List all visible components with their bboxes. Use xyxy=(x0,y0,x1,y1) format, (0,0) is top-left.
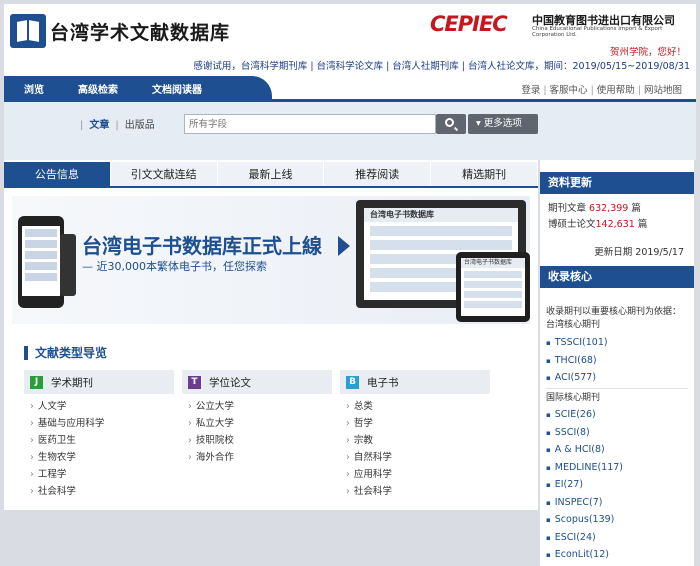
tab-featured-journals[interactable]: 精选期刊 xyxy=(431,162,538,186)
support-link[interactable]: 客服中心 xyxy=(550,85,588,96)
ebook-badge-icon: B xyxy=(346,375,359,389)
cepiec-logo[interactable]: CEPIEC xyxy=(430,12,508,36)
sidebar: 资料更新 期刊文章 632,399 篇 博硕士论文142,631 篇 更新日期 … xyxy=(540,160,694,566)
main-content: 公告信息 引文文献连结 最新上线 推荐阅读 精选期刊 台湾电子书数据库正式上線 … xyxy=(4,160,538,510)
cepiec-name-en: China Educational Publications Import & … xyxy=(532,26,663,38)
list-item[interactable]: 哲学 xyxy=(346,415,490,432)
list-item[interactable]: TSSCI(101) xyxy=(546,334,608,352)
notice-link[interactable]: 台湾科学期刊库 xyxy=(241,61,308,72)
core-title: 收录核心 xyxy=(540,266,694,288)
header: 台湾学术文献数据库 CEPIEC 中国教育图书进出口有限公司 China Edu… xyxy=(4,4,696,76)
promo-banner[interactable]: 台湾电子书数据库正式上線 — 近30,000本繁体电子书，任您探索 台湾电子书数… xyxy=(12,196,530,324)
intl-core-list: SCIE(26) SSCI(8) A & HCI(8) MEDLINE(117)… xyxy=(546,406,623,564)
search-input[interactable] xyxy=(184,114,436,134)
list-item[interactable]: 社会科学 xyxy=(346,483,490,500)
banner-subtitle: — 近30,000本繁体电子书，任您探索 xyxy=(82,260,267,273)
list-item[interactable]: 工程学 xyxy=(30,466,174,483)
list-item[interactable]: 社会科学 xyxy=(30,483,174,500)
category-journals: J 学术期刊 人文学 基础与应用科学 医药卫生 生物农学 工程学 社会科学 xyxy=(24,370,174,500)
nav-doc-reader[interactable]: 文档阅读器 xyxy=(132,81,216,96)
notice-link[interactable]: 台湾人社期刊库 xyxy=(392,61,459,72)
update-date: 更新日期 2019/5/17 xyxy=(594,247,684,258)
list-item[interactable]: ACI(577) xyxy=(546,369,608,387)
nav-browse[interactable]: 浏览 xyxy=(4,81,58,96)
list-item[interactable]: 总类 xyxy=(346,398,490,415)
list-item[interactable]: 生物农学 xyxy=(30,449,174,466)
content-tabs: 公告信息 引文文献连结 最新上线 推荐阅读 精选期刊 xyxy=(4,162,538,188)
list-item[interactable]: 人文学 xyxy=(30,398,174,415)
list-item[interactable]: EconLit(12) xyxy=(546,546,623,564)
tab-recommended[interactable]: 推荐阅读 xyxy=(324,162,432,186)
tablet-illustration-2: 台湾电子书数据库 xyxy=(456,252,530,322)
list-item[interactable]: ESCI(24) xyxy=(546,529,623,547)
thesis-count-line: 博硕士论文142,631 篇 xyxy=(548,219,648,230)
list-item[interactable]: Scopus(139) xyxy=(546,511,623,529)
login-link[interactable]: 登录 xyxy=(521,85,540,96)
category-header[interactable]: J 学术期刊 xyxy=(24,370,174,394)
banner-next-icon[interactable] xyxy=(338,236,350,256)
category-header[interactable]: B 电子书 xyxy=(340,370,490,394)
sitemap-link[interactable]: 网站地图 xyxy=(644,85,682,96)
doc-types-title: 文献类型导览 xyxy=(24,346,107,360)
search-button[interactable] xyxy=(436,114,466,134)
list-item[interactable]: SSCI(8) xyxy=(546,424,623,442)
search-scope: | 文章 | 出版品 xyxy=(80,120,155,131)
journal-count-line: 期刊文章 632,399 篇 xyxy=(548,203,641,214)
category-ebooks: B 电子书 总类 哲学 宗教 自然科学 应用科学 社会科学 xyxy=(340,370,490,500)
list-item[interactable]: 应用科学 xyxy=(346,466,490,483)
site-title[interactable]: 台湾学术文献数据库 xyxy=(50,18,230,45)
main-nav: 浏览 高级检索 文档阅读器 登录 | 客服中心 | 使用帮助 | 网站地图 xyxy=(4,76,696,100)
notice-link[interactable]: 台湾人社论文库 xyxy=(468,61,535,72)
thesis-badge-icon: T xyxy=(188,375,201,389)
banner-title: 台湾电子书数据库正式上線 xyxy=(82,234,322,258)
tab-citation-links[interactable]: 引文文献连结 xyxy=(111,162,218,186)
list-item[interactable]: 自然科学 xyxy=(346,449,490,466)
search-band: |文章|出版品 ▾ 更多选项 xyxy=(4,102,696,160)
scope-publication[interactable]: 出版品 xyxy=(125,120,155,131)
list-item[interactable]: 公立大学 xyxy=(188,398,332,415)
list-item[interactable]: EI(27) xyxy=(546,476,623,494)
list-item[interactable]: 医药卫生 xyxy=(30,432,174,449)
list-item[interactable]: MEDLINE(117) xyxy=(546,459,623,477)
nav-primary: 浏览 高级检索 文档阅读器 xyxy=(4,76,272,100)
tab-announcements[interactable]: 公告信息 xyxy=(4,162,111,186)
list-item[interactable]: 海外合作 xyxy=(188,449,332,466)
trial-notice: 感谢试用，台湾科学期刊库 | 台湾科学论文库 | 台湾人社期刊库 | 台湾人社论文库，期间：… xyxy=(193,61,690,72)
category-header[interactable]: T 学位论文 xyxy=(182,370,332,394)
notice-link[interactable]: 台湾科学论文库 xyxy=(317,61,384,72)
list-item[interactable]: THCI(68) xyxy=(546,352,608,370)
nav-utility: 登录 | 客服中心 | 使用帮助 | 网站地图 xyxy=(521,85,682,96)
list-item[interactable]: SCIE(26) xyxy=(546,406,623,424)
scope-article[interactable]: 文章 xyxy=(89,120,109,131)
divider xyxy=(546,388,688,389)
core-note: 收录期刊以重要核心期刊为依据： 台湾核心期刊 xyxy=(546,307,682,330)
list-item[interactable]: 技职院校 xyxy=(188,432,332,449)
tab-latest[interactable]: 最新上线 xyxy=(218,162,325,186)
help-link[interactable]: 使用帮助 xyxy=(597,85,635,96)
list-item[interactable]: 私立大学 xyxy=(188,415,332,432)
intl-core-label: 国际核心期刊 xyxy=(546,393,601,403)
list-item[interactable]: INSPEC(7) xyxy=(546,494,623,512)
search-icon xyxy=(445,118,454,127)
tw-core-list: TSSCI(101) THCI(68) ACI(577) xyxy=(546,334,608,387)
site-logo-icon[interactable] xyxy=(10,14,46,48)
phone-illustration xyxy=(18,216,64,308)
list-item[interactable]: 宗教 xyxy=(346,432,490,449)
tablet-illustration xyxy=(60,234,76,296)
update-title: 资料更新 xyxy=(540,172,694,194)
list-item[interactable]: 基础与应用科学 xyxy=(30,415,174,432)
category-theses: T 学位论文 公立大学 私立大学 技职院校 海外合作 xyxy=(182,370,332,466)
user-greeting: 贺州学院，您好！ xyxy=(609,47,686,58)
journal-badge-icon: J xyxy=(30,375,43,389)
list-item[interactable]: A & HCI(8) xyxy=(546,441,623,459)
nav-advanced-search[interactable]: 高级检索 xyxy=(58,81,132,96)
more-options-button[interactable]: ▾ 更多选项 xyxy=(468,114,538,134)
